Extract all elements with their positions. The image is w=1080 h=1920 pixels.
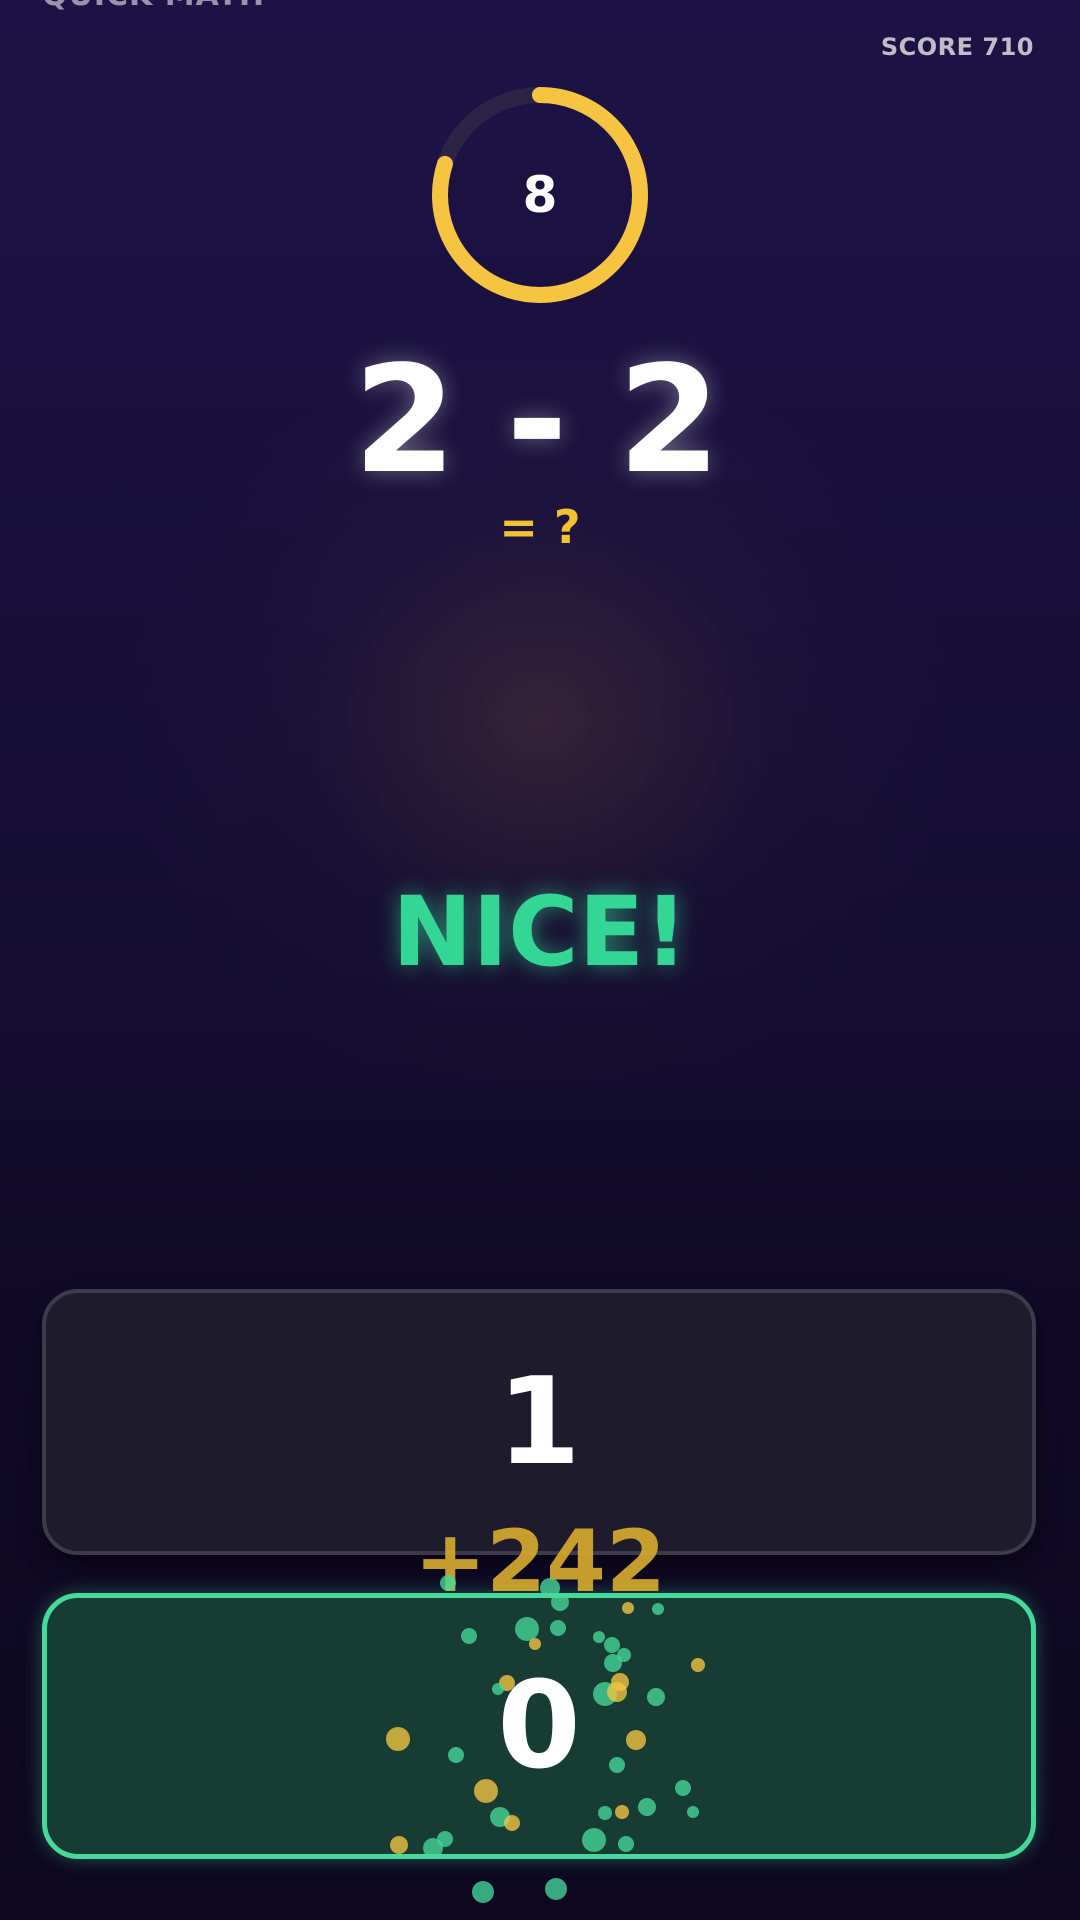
operand-left: 2 <box>353 334 463 506</box>
points-popup: +242 <box>414 1512 666 1612</box>
equals-prompt: = ? <box>499 500 581 554</box>
countdown-timer: 8 <box>430 85 650 305</box>
answer-button-0-correct[interactable]: 0 <box>42 1593 1036 1859</box>
score-display: SCORE 710 <box>881 33 1034 61</box>
score-label: SCORE <box>880 33 974 61</box>
confetti-dot <box>472 1881 494 1903</box>
app-title: QUICK MATH <box>42 0 265 13</box>
operand-right: 2 <box>617 334 727 506</box>
score-value: 710 <box>982 33 1034 61</box>
math-question: 2-2 <box>0 345 1080 495</box>
operator: - <box>506 334 574 506</box>
confetti-dot <box>545 1878 567 1900</box>
feedback-message: NICE! <box>392 876 688 988</box>
timer-value: 8 <box>522 166 558 224</box>
game-screen: QUICK MATH SCORE 710 8 2-2 = ? NICE! 1 0… <box>0 0 1080 1920</box>
